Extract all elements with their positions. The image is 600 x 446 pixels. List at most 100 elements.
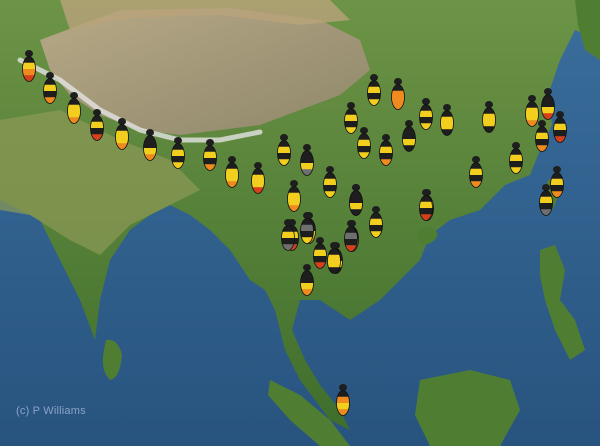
- bee-band-yellow: [482, 113, 496, 121]
- bumblebee-marker[interactable]: [281, 218, 295, 252]
- bumblebee-icon: [344, 220, 358, 252]
- bumblebee-marker[interactable]: [344, 101, 358, 135]
- bumblebee-marker[interactable]: [22, 49, 36, 83]
- bee-band-black: [300, 150, 314, 157]
- bumblebee-marker[interactable]: [419, 97, 433, 131]
- bumblebee-icon: [419, 98, 433, 130]
- bumblebee-marker[interactable]: [90, 108, 104, 142]
- bee-band-black: [171, 156, 185, 163]
- bee-band-black: [369, 212, 383, 219]
- bee-head: [280, 134, 288, 141]
- bumblebee-marker[interactable]: [251, 161, 265, 195]
- bumblebee-marker[interactable]: [300, 143, 314, 177]
- bee-head: [290, 180, 298, 187]
- bee-head: [206, 139, 214, 146]
- bee-band-black: [419, 195, 433, 202]
- bumblebee-marker[interactable]: [67, 91, 81, 125]
- bee-band-yellow: [251, 181, 265, 188]
- bumblebee-icon: [203, 139, 217, 171]
- bumblebee-marker[interactable]: [225, 155, 239, 189]
- bumblebee-icon: [300, 264, 314, 296]
- bumblebee-marker[interactable]: [344, 219, 358, 253]
- bee-band-black: [143, 135, 157, 142]
- bumblebee-marker[interactable]: [327, 241, 341, 275]
- bumblebee-marker[interactable]: [300, 263, 314, 297]
- bee-band-yellow: [419, 201, 433, 209]
- bumblebee-marker[interactable]: [509, 141, 523, 175]
- bumblebee-marker[interactable]: [482, 100, 496, 134]
- bee-band-yellow: [300, 163, 314, 170]
- bee-head: [70, 92, 78, 99]
- bee-band-black: [344, 226, 358, 233]
- bee-band-black: [357, 146, 371, 153]
- bee-head: [228, 156, 236, 163]
- bumblebee-marker[interactable]: [143, 128, 157, 162]
- bumblebee-marker[interactable]: [469, 155, 483, 189]
- bee-band-black: [535, 126, 549, 133]
- bee-band-yellow: [225, 168, 239, 176]
- bumblebee-marker[interactable]: [203, 138, 217, 172]
- bumblebee-marker[interactable]: [349, 183, 363, 217]
- bumblebee-marker[interactable]: [115, 117, 129, 151]
- bee-band-yellow: [313, 249, 327, 257]
- bee-band-black: [482, 107, 496, 114]
- bee-band-black: [440, 110, 454, 117]
- bumblebee-marker[interactable]: [440, 103, 454, 137]
- bee-band-yellow: [553, 123, 567, 131]
- bumblebee-marker[interactable]: [367, 73, 381, 107]
- bee-band-yellow: [357, 139, 371, 147]
- bee-band-black: [419, 104, 433, 111]
- bumblebee-icon: [336, 384, 350, 416]
- bumblebee-marker[interactable]: [550, 165, 564, 199]
- bumblebee-marker[interactable]: [419, 188, 433, 222]
- bee-head: [339, 384, 347, 391]
- bee-head: [347, 220, 355, 227]
- bee-band-black: [349, 196, 363, 204]
- bee-band-yellow: [509, 154, 523, 162]
- bee-band-black: [367, 93, 381, 100]
- bumblebee-icon: [344, 102, 358, 134]
- bee-band-black: [379, 140, 393, 147]
- bee-head: [303, 212, 311, 219]
- bumblebee-marker[interactable]: [287, 179, 301, 213]
- bumblebee-marker[interactable]: [535, 119, 549, 153]
- bumblebee-marker[interactable]: [357, 126, 371, 160]
- bee-band-black: [553, 130, 567, 137]
- bumblebee-icon: [367, 74, 381, 106]
- bumblebee-marker[interactable]: [379, 133, 393, 167]
- bee-head: [382, 134, 390, 141]
- bee-band-black: [367, 80, 381, 87]
- bumblebee-marker[interactable]: [391, 77, 405, 111]
- bee-head: [485, 101, 493, 108]
- bee-band-yellow: [115, 137, 129, 144]
- bumblebee-marker[interactable]: [553, 110, 567, 144]
- bumblebee-marker[interactable]: [323, 165, 337, 199]
- bumblebee-marker[interactable]: [313, 236, 327, 270]
- bumblebee-marker[interactable]: [171, 136, 185, 170]
- bumblebee-marker[interactable]: [402, 119, 416, 153]
- copyright-credit: (c) P Williams: [16, 405, 86, 417]
- bee-band-black: [550, 172, 564, 179]
- bee-band-yellow: [440, 116, 454, 124]
- bumblebee-icon: [277, 134, 291, 166]
- bee-band-black: [509, 148, 523, 155]
- bumblebee-marker[interactable]: [43, 71, 57, 105]
- bumblebee-marker[interactable]: [300, 211, 314, 245]
- bee-band-black: [300, 218, 314, 225]
- bee-band-black: [419, 208, 433, 215]
- bumblebee-marker[interactable]: [369, 205, 383, 239]
- bee-band-black: [287, 186, 301, 193]
- bee-band-black: [402, 126, 416, 133]
- bee-band-black: [553, 117, 567, 124]
- bee-band-yellow: [344, 114, 358, 122]
- bee-band-black: [67, 98, 81, 105]
- bee-band-yellow: [90, 121, 104, 129]
- bumblebee-marker[interactable]: [277, 133, 291, 167]
- bee-band-yellow: [203, 151, 217, 159]
- bee-band-yellow: [67, 104, 81, 112]
- bumblebee-icon: [171, 137, 185, 169]
- bee-band-yellow: [327, 254, 341, 262]
- bee-band-orange: [391, 90, 405, 98]
- bumblebee-marker[interactable]: [336, 383, 350, 417]
- bee-band-black: [535, 139, 549, 146]
